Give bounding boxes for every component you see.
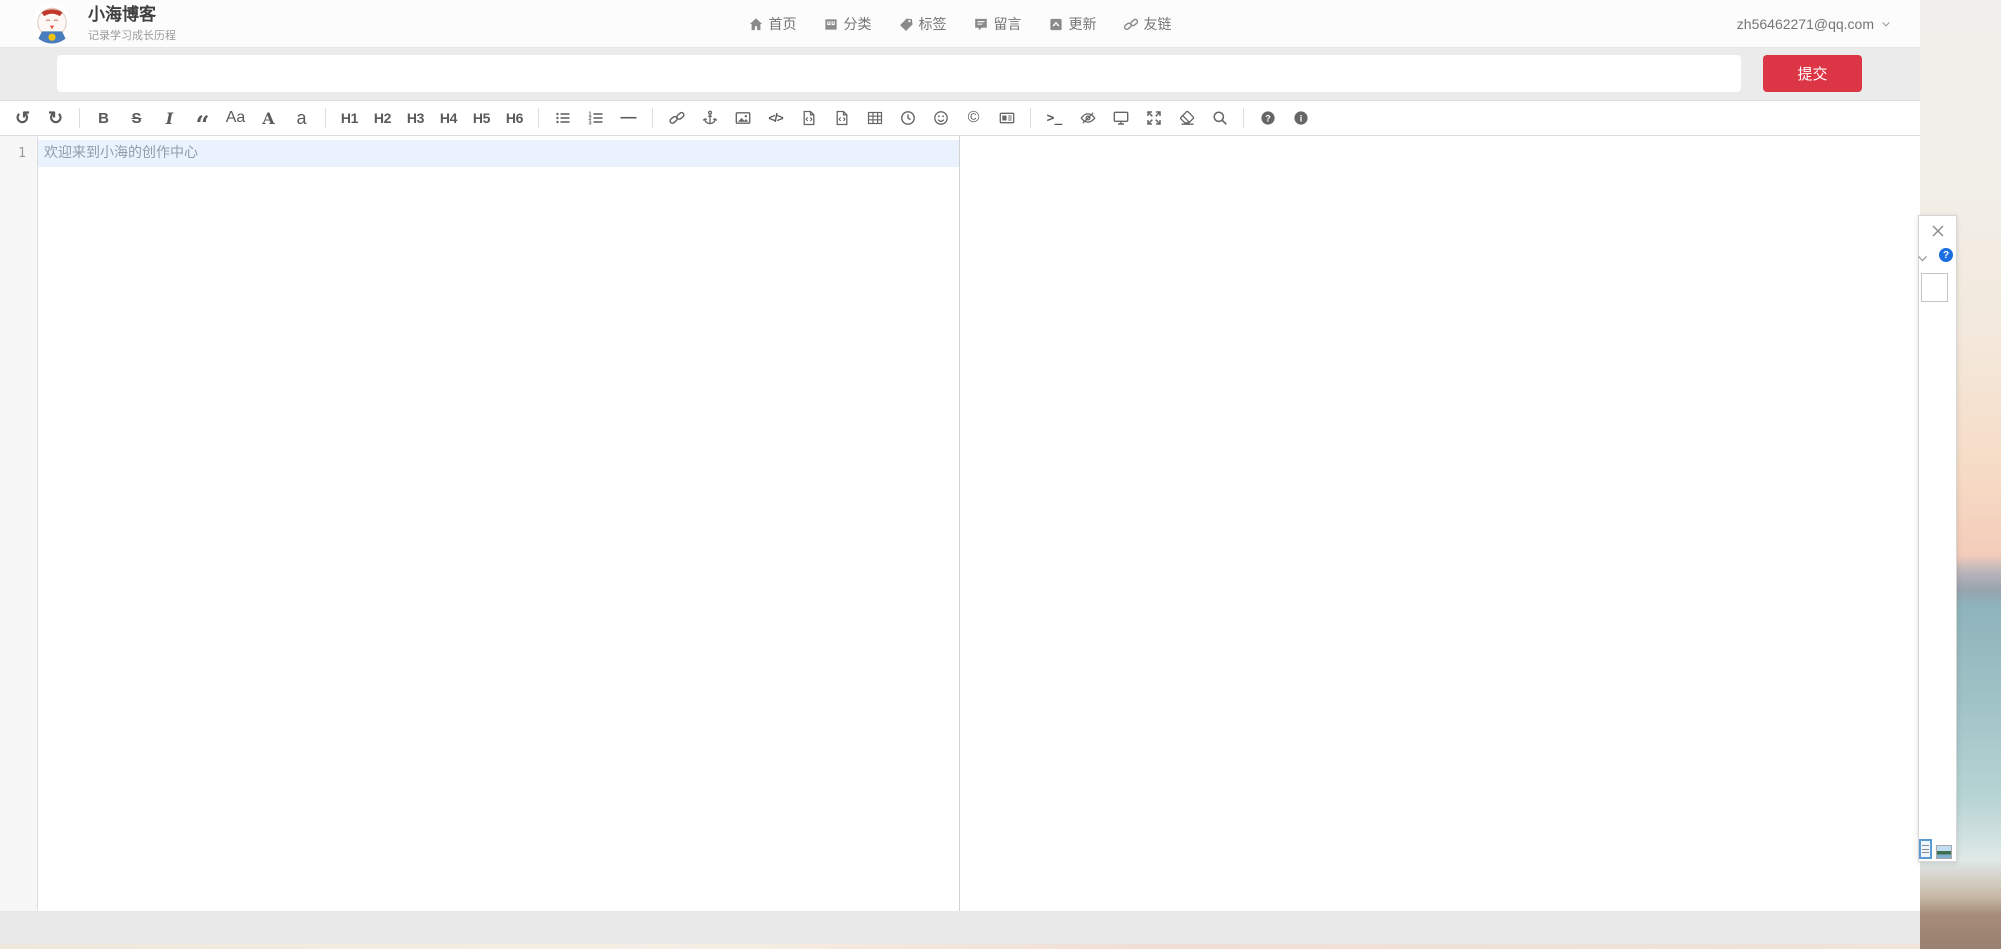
code-pane[interactable]: 1 欢迎来到小海的创作中心 — [0, 136, 960, 911]
chevron-down-icon[interactable] — [1916, 252, 1929, 265]
toolbar-emoji-button[interactable] — [925, 104, 956, 133]
tag-icon — [899, 17, 914, 32]
nav-item-friendlink[interactable]: 友链 — [1124, 14, 1172, 34]
main-nav: 首页 分类 标签 留言 更新 友链 — [749, 0, 1172, 48]
category-icon — [824, 17, 839, 32]
toolbar-bold-button[interactable]: B — [88, 104, 119, 133]
editor-body: 1 欢迎来到小海的创作中心 — [0, 136, 1920, 911]
nav-item-category[interactable]: 分类 — [824, 14, 872, 34]
compose-row: 提交 — [0, 55, 1920, 93]
toolbar-code-block-button[interactable] — [826, 104, 857, 133]
toolbar-separator — [79, 108, 80, 128]
toolbar-h1-button[interactable]: H1 — [334, 104, 365, 133]
toolbar-html-entities-button[interactable] — [991, 104, 1022, 133]
toolbar-help-button[interactable]: ? — [1252, 104, 1283, 133]
toolbar-separator — [652, 108, 653, 128]
toolbar-del-button[interactable]: S — [121, 104, 152, 133]
brand-text: 小海博客 记录学习成长历程 — [88, 5, 176, 43]
site-subtitle: 记录学习成长历程 — [88, 27, 176, 43]
toolbar-hr-button[interactable]: — — [613, 104, 644, 133]
toolbar-separator — [538, 108, 539, 128]
nav-item-update[interactable]: 更新 — [1049, 14, 1097, 34]
nav-item-label: 更新 — [1069, 14, 1097, 34]
toolbar-code-button[interactable]: </> — [760, 104, 791, 133]
svg-text:i: i — [1299, 113, 1302, 123]
friendlink-icon — [1124, 17, 1139, 32]
markdown-editor: ↺↻BSI“AaAaH1H2H3H4H5H6123—</>©>_?i 1 欢迎来… — [0, 100, 1920, 911]
site-logo-link[interactable]: 小海博客 记录学习成长历程 — [32, 4, 176, 44]
nav-item-label: 分类 — [844, 14, 872, 34]
nav-item-home[interactable]: 首页 — [749, 14, 797, 34]
toolbar-list-ul-button[interactable] — [547, 104, 578, 133]
nav-item-label: 标签 — [919, 14, 947, 34]
toolbar-clear-button[interactable] — [1171, 104, 1202, 133]
toolbar-copyright-button[interactable]: © — [958, 104, 989, 133]
toolbar-image-button[interactable] — [727, 104, 758, 133]
toolbar-italic-button[interactable]: I — [154, 104, 185, 133]
page-content: 小海博客 记录学习成长历程 首页 分类 标签 留言 更新 友链 zh56462271@qq… — [0, 0, 1920, 944]
toolbar-redo-button[interactable]: ↻ — [40, 104, 71, 133]
toolbar-preformatted-text-button[interactable] — [793, 104, 824, 133]
site-title: 小海博客 — [88, 5, 176, 25]
toolbar-watch-button[interactable] — [1072, 104, 1103, 133]
user-menu[interactable]: zh56462271@qq.com — [1737, 0, 1892, 48]
line-number-gutter: 1 — [0, 136, 38, 911]
svg-text:3: 3 — [588, 120, 591, 126]
toolbar-h6-button[interactable]: H6 — [499, 104, 530, 133]
toolbar-separator — [325, 108, 326, 128]
toolbar-info-button[interactable]: i — [1285, 104, 1316, 133]
nav-item-tag[interactable]: 标签 — [899, 14, 947, 34]
toolbar-search-button[interactable] — [1204, 104, 1235, 133]
home-icon — [749, 17, 764, 32]
line-number: 1 — [0, 140, 37, 167]
toolbar-goto-line-button[interactable]: >_ — [1039, 104, 1070, 133]
site-avatar — [32, 4, 72, 44]
user-email: zh56462271@qq.com — [1737, 16, 1874, 32]
toolbar-h5-button[interactable]: H5 — [466, 104, 497, 133]
editor-line[interactable]: 欢迎来到小海的创作中心 — [38, 140, 959, 167]
background-bottom-strip — [0, 944, 1920, 949]
nav-item-label: 友链 — [1144, 14, 1172, 34]
article-title-input[interactable] — [57, 55, 1741, 92]
svg-text:?: ? — [1265, 113, 1271, 123]
submit-button[interactable]: 提交 — [1763, 55, 1862, 92]
toolbar-quote-button[interactable]: “ — [187, 110, 218, 139]
toolbar-datetime-button[interactable] — [892, 104, 923, 133]
panel-view-switch — [1919, 839, 1952, 859]
list-view-icon[interactable] — [1919, 839, 1932, 859]
toolbar-table-button[interactable] — [859, 104, 890, 133]
toolbar-h4-button[interactable]: H4 — [433, 104, 464, 133]
toolbar-separator — [1243, 108, 1244, 128]
toolbar-undo-button[interactable]: ↺ — [7, 104, 38, 133]
toolbar-reference-link-button[interactable] — [694, 104, 725, 133]
toolbar-preview-button[interactable] — [1105, 104, 1136, 133]
site-header: 小海博客 记录学习成长历程 首页 分类 标签 留言 更新 友链 zh56462271@qq… — [0, 0, 1920, 48]
message-icon — [974, 17, 989, 32]
toolbar-list-ol-button[interactable]: 123 — [580, 104, 611, 133]
update-icon — [1049, 17, 1064, 32]
floating-side-panel: ? — [1918, 215, 1957, 862]
preview-pane — [960, 136, 1920, 911]
toolbar-lowercase-button[interactable]: a — [286, 104, 317, 133]
nav-item-label: 留言 — [994, 14, 1022, 34]
code-area[interactable]: 欢迎来到小海的创作中心 — [38, 136, 959, 911]
toolbar-h3-button[interactable]: H3 — [400, 104, 431, 133]
close-icon[interactable] — [1930, 223, 1946, 239]
page-footer — [0, 911, 1920, 944]
toolbar-ucwords-button[interactable]: Aa — [220, 104, 251, 133]
image-view-icon[interactable] — [1936, 845, 1952, 859]
toolbar-fullscreen-button[interactable] — [1138, 104, 1169, 133]
nav-item-message[interactable]: 留言 — [974, 14, 1022, 34]
help-icon[interactable]: ? — [1939, 248, 1953, 262]
panel-input[interactable] — [1921, 273, 1948, 302]
toolbar-uppercase-button[interactable]: A — [253, 104, 284, 133]
nav-item-label: 首页 — [769, 14, 797, 34]
chevron-down-icon — [1880, 18, 1892, 30]
editor-toolbar: ↺↻BSI“AaAaH1H2H3H4H5H6123—</>©>_?i — [0, 101, 1920, 136]
toolbar-h2-button[interactable]: H2 — [367, 104, 398, 133]
toolbar-link-button[interactable] — [661, 104, 692, 133]
toolbar-separator — [1030, 108, 1031, 128]
